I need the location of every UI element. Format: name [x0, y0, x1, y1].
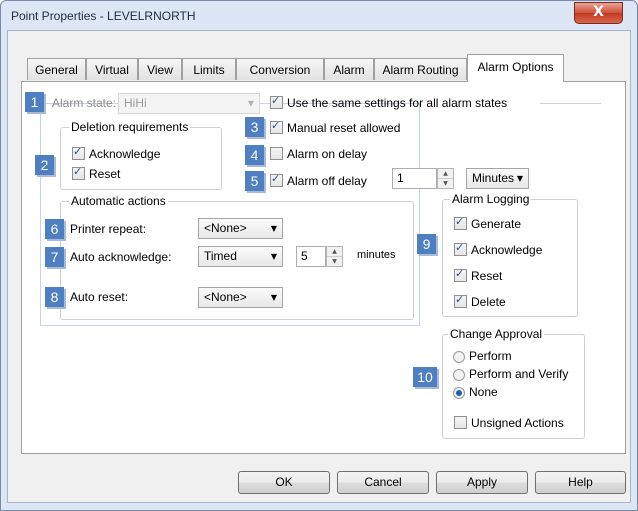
spin-down-icon[interactable]: ▼ — [438, 179, 453, 188]
cancel-button[interactable]: Cancel — [337, 471, 429, 494]
deletion-acknowledge-checkbox[interactable] — [72, 145, 85, 160]
deletion-reset-label: Reset — [89, 167, 121, 181]
auto-reset-value: <None> — [204, 290, 247, 304]
callout-badge-1: 1 — [25, 92, 44, 112]
approval-perform-label: Perform — [469, 349, 512, 363]
apply-button[interactable]: Apply — [436, 471, 528, 494]
logging-delete-checkbox[interactable] — [454, 293, 467, 308]
alarm-off-delay-unit-value: Minutes — [472, 171, 515, 185]
chevron-down-icon: ▼ — [247, 99, 254, 108]
auto-acknowledge-spinner[interactable]: ▲ ▼ — [326, 246, 343, 267]
tab-conversion[interactable]: Conversion — [236, 58, 324, 80]
logging-delete-label: Delete — [471, 295, 506, 309]
alarm-off-delay-input[interactable]: 1 — [392, 168, 437, 189]
auto-acknowledge-label: Auto acknowledge: — [70, 250, 172, 264]
close-icon: X — [593, 4, 604, 20]
approval-perform-verify-label: Perform and Verify — [469, 367, 569, 381]
unsigned-actions-label: Unsigned Actions — [471, 416, 564, 430]
deletion-requirements-legend: Deletion requirements — [69, 120, 191, 134]
tab-general[interactable]: General — [27, 58, 86, 80]
alarm-logging-legend: Alarm Logging — [450, 192, 532, 206]
callout-badge-2: 2 — [35, 155, 54, 175]
auto-reset-dropdown[interactable]: <None> ▼ — [198, 287, 283, 308]
approval-none-label: None — [469, 385, 498, 399]
callout-badge-9: 9 — [417, 234, 436, 254]
logging-acknowledge-checkbox[interactable] — [454, 241, 467, 256]
alarm-on-delay-checkbox[interactable] — [270, 147, 283, 160]
callout-badge-4: 4 — [245, 145, 264, 165]
alarm-state-value: HiHi — [124, 96, 147, 110]
change-approval-legend: Change Approval — [448, 327, 545, 341]
ok-button[interactable]: OK — [238, 471, 330, 494]
printer-repeat-dropdown[interactable]: <None> ▼ — [198, 218, 283, 239]
alarm-state-dropdown: HiHi ▼ — [118, 93, 260, 114]
logging-reset-label: Reset — [471, 269, 503, 283]
title-bar[interactable]: Point Properties - LEVELRNORTH X — [1, 1, 637, 31]
unsigned-actions-checkbox[interactable] — [454, 416, 467, 429]
alarm-state-label: Alarm state: — [52, 96, 117, 110]
logging-acknowledge-label: Acknowledge — [471, 243, 543, 257]
manual-reset-checkbox[interactable] — [270, 119, 283, 134]
callout-badge-5: 5 — [245, 171, 264, 191]
chevron-down-icon: ▼ — [516, 174, 523, 183]
automatic-actions-legend: Automatic actions — [69, 194, 168, 208]
deletion-reset-checkbox[interactable] — [72, 165, 85, 180]
logging-reset-checkbox[interactable] — [454, 267, 467, 282]
auto-reset-label: Auto reset: — [70, 290, 129, 304]
spin-up-icon[interactable]: ▲ — [327, 247, 342, 257]
alarm-off-delay-checkbox[interactable] — [270, 172, 283, 187]
alarm-off-delay-label: Alarm off delay — [287, 174, 367, 188]
manual-reset-label: Manual reset allowed — [287, 121, 401, 135]
tab-alarm[interactable]: Alarm — [324, 58, 374, 80]
window-title: Point Properties - LEVELRNORTH — [11, 9, 196, 23]
chevron-down-icon: ▼ — [270, 224, 277, 233]
callout-badge-8: 8 — [45, 287, 64, 307]
deletion-acknowledge-label: Acknowledge — [89, 147, 161, 161]
tab-alarm-routing[interactable]: Alarm Routing — [374, 58, 467, 80]
auto-acknowledge-value: Timed — [204, 249, 237, 263]
chevron-down-icon: ▼ — [270, 252, 277, 261]
tab-limits[interactable]: Limits — [182, 58, 236, 80]
auto-acknowledge-dropdown[interactable]: Timed ▼ — [198, 246, 283, 267]
spin-up-icon[interactable]: ▲ — [438, 169, 453, 179]
callout-badge-7: 7 — [45, 247, 64, 267]
same-settings-label: Use the same settings for all alarm stat… — [287, 96, 508, 110]
tab-alarm-options[interactable]: Alarm Options — [467, 54, 564, 82]
printer-repeat-value: <None> — [204, 221, 247, 235]
approval-perform-verify-radio[interactable] — [453, 369, 465, 381]
approval-perform-radio[interactable] — [453, 351, 465, 363]
same-settings-rule — [540, 103, 601, 104]
same-settings-checkbox[interactable] — [270, 94, 283, 109]
callout-badge-6: 6 — [45, 219, 64, 239]
callout-badge-10: 10 — [413, 367, 437, 387]
alarm-off-delay-unit-dropdown[interactable]: Minutes ▼ — [466, 168, 529, 189]
callout-badge-3: 3 — [245, 117, 264, 137]
tab-virtual[interactable]: Virtual — [86, 58, 138, 80]
printer-repeat-label: Printer repeat: — [70, 222, 147, 236]
alarm-on-delay-label: Alarm on delay — [287, 147, 368, 161]
tab-view[interactable]: View — [138, 58, 182, 80]
logging-generate-checkbox[interactable] — [454, 215, 467, 230]
chevron-down-icon: ▼ — [270, 293, 277, 302]
close-button[interactable]: X — [574, 2, 623, 24]
help-button[interactable]: Help — [535, 471, 626, 494]
logging-generate-label: Generate — [471, 217, 522, 231]
alarm-off-delay-spinner[interactable]: ▲ ▼ — [437, 168, 454, 189]
approval-none-radio[interactable] — [453, 387, 465, 399]
auto-acknowledge-minutes-label: minutes — [357, 249, 396, 261]
spin-down-icon[interactable]: ▼ — [327, 257, 342, 266]
auto-acknowledge-minutes-input[interactable]: 5 — [296, 246, 326, 267]
